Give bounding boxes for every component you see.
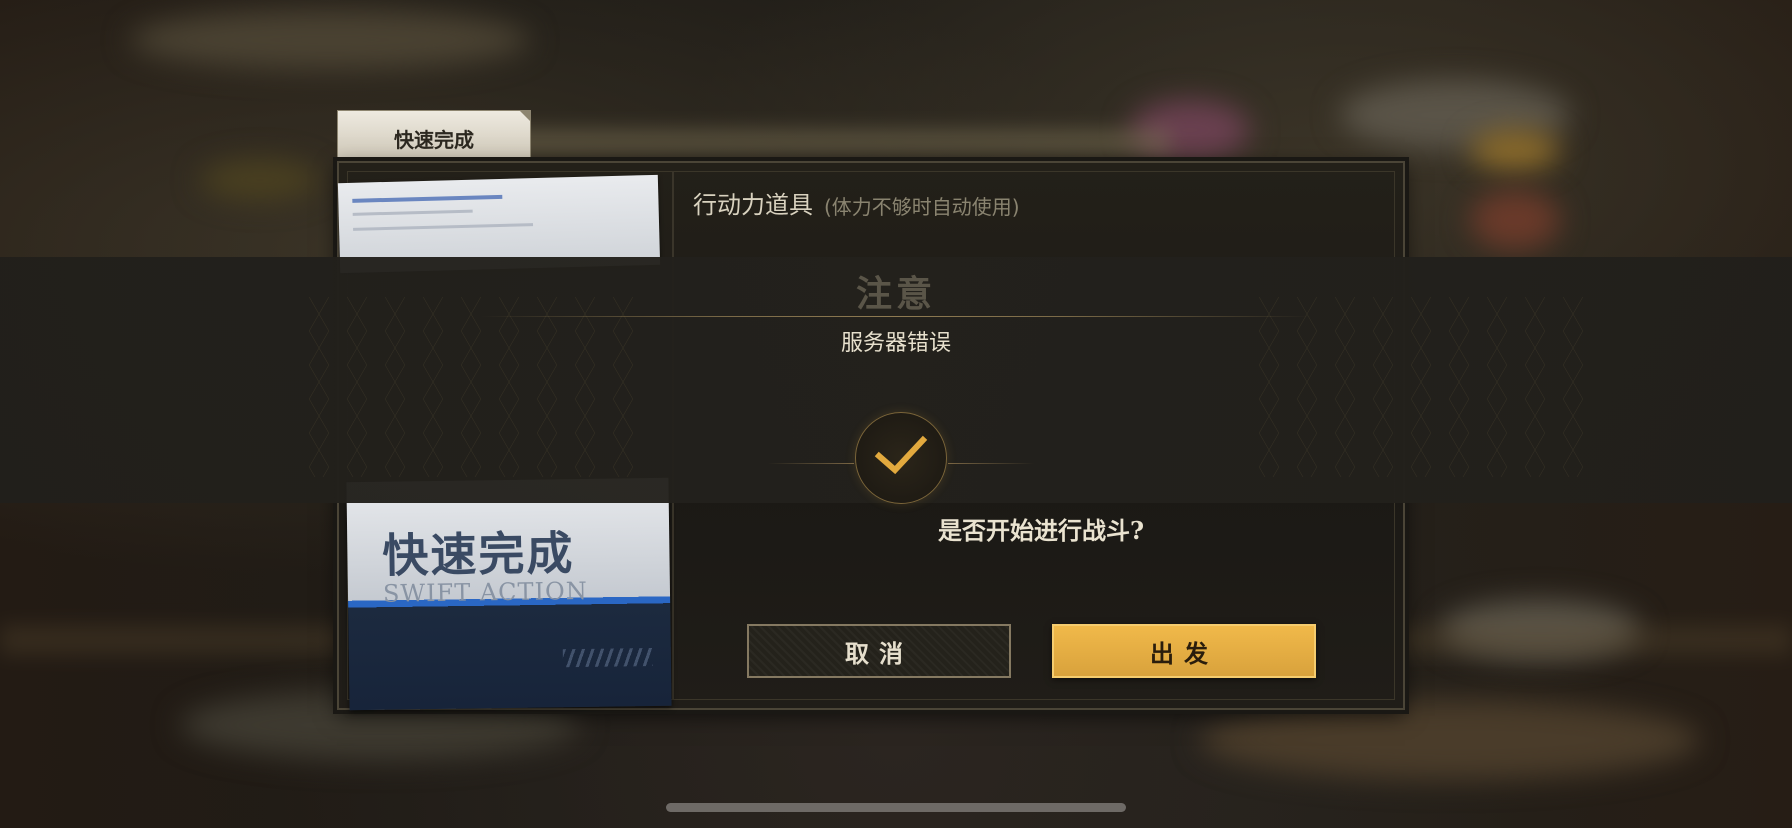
depart-button[interactable]: 出发 <box>1052 624 1316 678</box>
doc-title-cn: 快速完成 <box>382 526 575 583</box>
tab-corner-decoration <box>520 111 530 121</box>
notice-message: 服务器错误 <box>840 331 951 356</box>
action-item-title: 行动力道具 <box>693 191 813 219</box>
doc-text-line <box>353 223 534 231</box>
cancel-button[interactable]: 取消 <box>747 624 1011 678</box>
bg-blur-shape <box>130 10 530 70</box>
doc-text-line <box>352 209 473 216</box>
bg-blur-shape <box>1200 700 1700 780</box>
depart-button-label: 出发 <box>1150 638 1218 668</box>
bg-blur-shape <box>200 160 320 200</box>
swift-action-document-illustration: 快速完成 SWIFT ACTION <box>346 477 672 711</box>
cancel-button-label: 取消 <box>845 638 913 668</box>
triangle-pattern <box>300 297 640 477</box>
bg-blur-shape <box>1470 130 1560 170</box>
doc-title-en: SWIFT ACTION <box>382 576 588 608</box>
confirm-line-right <box>948 463 1034 464</box>
quick-complete-tab[interactable]: 快速完成 <box>337 110 531 160</box>
bg-blur-shape <box>1470 190 1560 250</box>
quick-complete-tab-label: 快速完成 <box>394 128 474 152</box>
notice-title-divider <box>480 316 1312 317</box>
confirm-button[interactable] <box>855 412 947 504</box>
checkmark-icon <box>874 435 928 475</box>
action-item-subtitle: (体力不够时自动使用) <box>824 195 1020 219</box>
triangle-pattern <box>1250 297 1590 477</box>
doc-stripe-decoration <box>562 647 654 668</box>
bg-blur-shape <box>470 130 1170 154</box>
home-indicator-bar[interactable] <box>666 803 1126 812</box>
notice-title: 注意 <box>855 273 936 315</box>
doc-text-line <box>352 194 503 203</box>
confirm-line-left <box>768 463 854 464</box>
